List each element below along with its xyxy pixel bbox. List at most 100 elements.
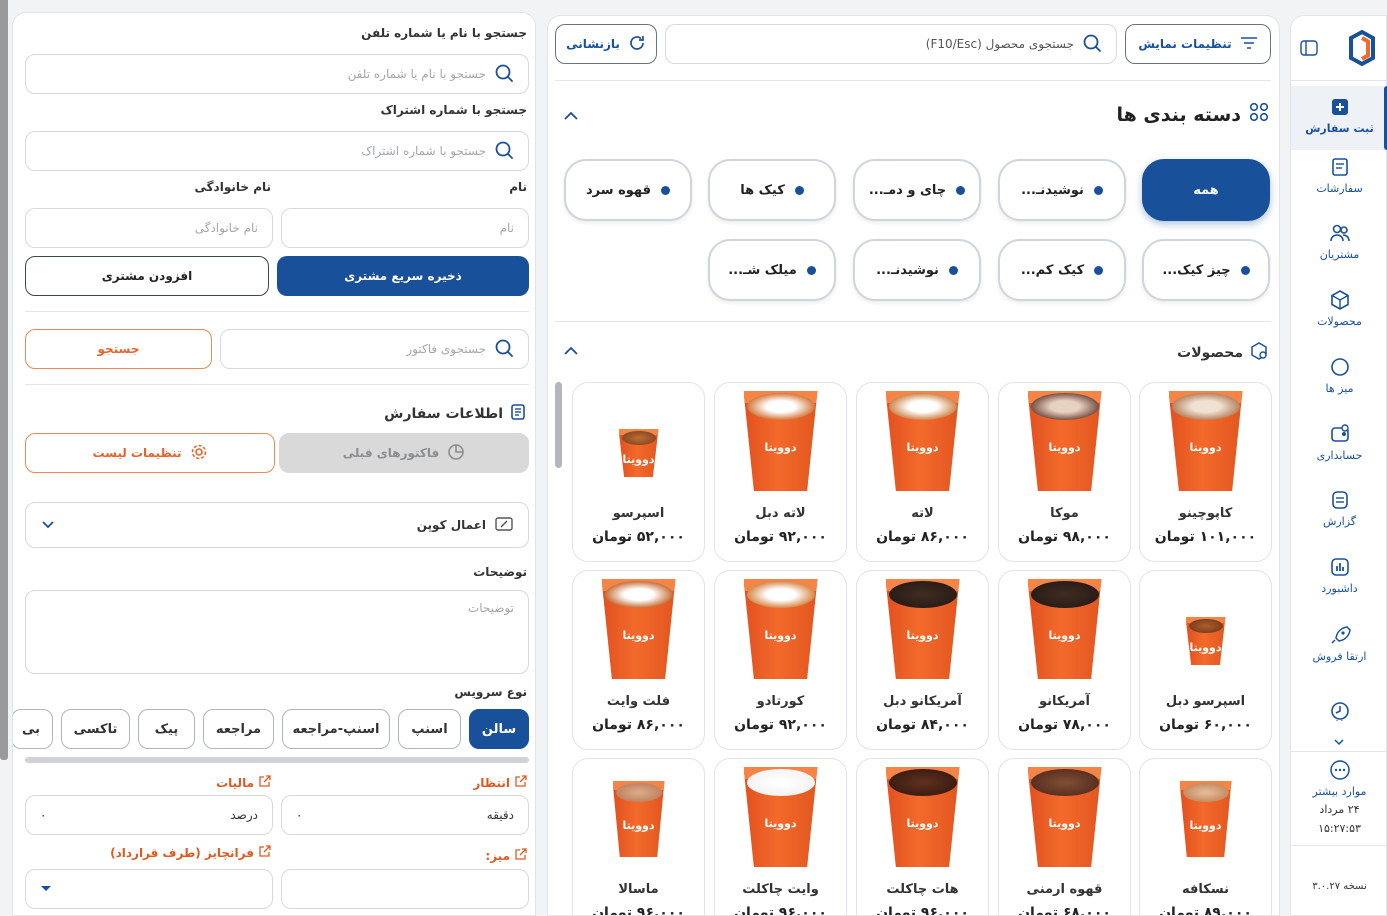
sidebar-toggle-icon[interactable] xyxy=(1299,38,1319,62)
previous-invoices-label: فاکتورهای قبلی xyxy=(342,446,440,460)
external-link-icon xyxy=(258,775,271,791)
chevron-up-icon[interactable] xyxy=(562,108,580,127)
category-item[interactable]: چیز کیک... xyxy=(1142,239,1270,301)
products-title: محصولات xyxy=(1177,345,1243,361)
add-customer-button[interactable]: افزودن مشتری xyxy=(25,256,269,296)
service-courier[interactable]: پیک xyxy=(138,709,195,749)
product-card[interactable]: دوویتا آمریکانو ۷۸,۰۰۰ تومان xyxy=(998,570,1131,750)
product-price: ۵۲,۰۰۰ تومان xyxy=(592,529,685,545)
nav-more[interactable]: موارد بیشتر xyxy=(1291,759,1387,798)
cup-brand: دوویتا xyxy=(622,629,655,642)
beverage-surface xyxy=(1171,393,1240,420)
product-price: ۹۲,۰۰۰ تومان xyxy=(734,717,827,733)
product-card[interactable]: دوویتا لاته دبل ۹۲,۰۰۰ تومان xyxy=(714,382,847,562)
product-card[interactable]: دوویتا کورتادو ۹۲,۰۰۰ تومان xyxy=(714,570,847,750)
nav-item-accounting[interactable]: حسابداری xyxy=(1291,423,1387,462)
cup-brand: دوویتا xyxy=(622,819,655,832)
wait-minutes-field[interactable]: دقیقه ۰ xyxy=(281,795,529,835)
chevron-down-icon[interactable] xyxy=(1333,732,1345,751)
external-link-icon xyxy=(514,775,527,791)
list-settings-button[interactable]: تنظیمات لیست xyxy=(25,433,275,473)
tax-percent-field[interactable]: درصد ۰ xyxy=(25,795,273,835)
tax-label: مالیات xyxy=(216,775,271,791)
service-scrollbar[interactable] xyxy=(25,757,529,763)
service-snapp[interactable]: اسنپ xyxy=(398,709,461,749)
chevron-up-icon[interactable] xyxy=(562,343,580,362)
product-search-input[interactable]: جستجوی محصول (F10/Esc) xyxy=(665,24,1117,64)
beverage-surface xyxy=(888,769,957,796)
product-card[interactable]: دوویتا آمریکانو دبل ۸۴,۰۰۰ تومان xyxy=(856,570,989,750)
invoice-search-button[interactable]: جستجو xyxy=(25,329,212,369)
first-name-field[interactable]: نام xyxy=(281,208,529,248)
category-item[interactable]: کیک کم... xyxy=(998,239,1126,301)
product-price: ۶۸,۰۰۰ تومان xyxy=(1018,905,1111,916)
products-scrollbar[interactable] xyxy=(555,382,562,468)
cup-brand: دوویتا xyxy=(906,441,939,454)
product-card[interactable]: دوویتا موکا ۹۸,۰۰۰ تومان xyxy=(998,382,1131,562)
chevron-down-icon[interactable] xyxy=(40,516,56,535)
product-card[interactable]: دوویتا نسکافه ۸۹,۰۰۰ تومان xyxy=(1139,758,1272,915)
nav-item-sales-boost[interactable]: ارتقا فروش xyxy=(1291,624,1387,663)
external-link-icon xyxy=(258,845,271,861)
product-card[interactable]: دوویتا اسپرسو ۵۲,۰۰۰ تومان xyxy=(572,382,705,562)
category-all[interactable]: همه xyxy=(1142,159,1270,221)
tax-value: ۰ xyxy=(40,808,47,822)
notes-textarea[interactable]: توضیحات xyxy=(25,590,529,674)
cup-brand: دوویتا xyxy=(1048,441,1081,454)
dot-icon xyxy=(956,185,966,195)
category-item[interactable]: میلک شـ... xyxy=(708,239,836,301)
categories-title: دسته بندی ها xyxy=(1116,103,1241,126)
product-card[interactable]: دوویتا کاپوچینو ۱۰۱,۰۰۰ تومان xyxy=(1139,382,1272,562)
category-item[interactable]: نوشیدنـ... xyxy=(853,239,981,301)
previous-invoices-button[interactable]: فاکتورهای قبلی xyxy=(279,433,529,473)
nav-item-products[interactable]: محصولات xyxy=(1291,289,1387,328)
beverage-surface xyxy=(1030,769,1099,796)
product-card[interactable]: دوویتا اسپرسو دبل ۶۰,۰۰۰ تومان xyxy=(1139,570,1272,750)
product-name: اسپرسو xyxy=(612,506,665,521)
nav-item-tables[interactable]: میز ها xyxy=(1291,356,1387,395)
nav-item-orders[interactable]: سفارشات xyxy=(1291,156,1387,195)
last-name-field[interactable]: نام خانوادگی xyxy=(25,208,273,248)
cup-brand: دوویتا xyxy=(1189,641,1222,654)
service-salon[interactable]: سالن xyxy=(469,709,529,749)
beverage-surface xyxy=(1030,393,1099,420)
category-item[interactable]: چای و دمـ... xyxy=(853,159,981,221)
service-pickup[interactable]: مراجعه xyxy=(203,709,274,749)
customers-icon xyxy=(1291,222,1387,244)
invoice-search-input[interactable]: جستجوی فاکتور xyxy=(220,329,529,369)
product-card[interactable]: دوویتا لاته ۸۶,۰۰۰ تومان xyxy=(856,382,989,562)
service-taxi[interactable]: تاکسی xyxy=(61,709,130,749)
nav-item-customers[interactable]: مشتریان xyxy=(1291,222,1387,261)
dashboard-icon xyxy=(1291,556,1387,578)
reset-button[interactable]: بازنشانی xyxy=(555,24,657,64)
quick-save-customer-button[interactable]: ذخیره سریع مشتری xyxy=(277,256,529,296)
category-item[interactable]: قهوه سرد xyxy=(564,159,692,221)
cup-brand: دوویتا xyxy=(764,441,797,454)
nav-item-order-entry[interactable]: ثبت سفارش xyxy=(1291,86,1387,150)
nav-item-dashboard[interactable]: داشبورد xyxy=(1291,556,1387,595)
display-settings-button[interactable]: تنظیمات نمایش xyxy=(1125,24,1271,64)
category-item[interactable]: کیک ها xyxy=(708,159,836,221)
product-card[interactable]: دوویتا وایت چاکلت ۹۶,۰۰۰ تومان xyxy=(714,758,847,915)
dot-icon xyxy=(794,185,804,195)
search-subscription-input[interactable]: جستجو با شماره اشتراک xyxy=(25,131,529,171)
left-scrollbar[interactable] xyxy=(0,0,8,760)
notes-placeholder: توضیحات xyxy=(467,601,514,615)
app-logo xyxy=(1349,29,1375,70)
table-select[interactable] xyxy=(281,869,529,909)
product-card[interactable]: دوویتا هات چاکلت ۹۶,۰۰۰ تومان xyxy=(856,758,989,916)
product-price: ۹۶,۰۰۰ تومان xyxy=(876,905,969,916)
product-card[interactable]: دوویتا ماسالا ۹۶,۰۰۰ تومان xyxy=(572,758,705,915)
coupon-dropdown[interactable]: اعمال کوپن xyxy=(25,502,529,548)
service-snapp-pickup[interactable]: اسنپ-مراجعه xyxy=(282,709,390,749)
service-more[interactable]: بی xyxy=(13,709,53,749)
search-name-label: جستجو با نام یا شماره تلفن xyxy=(361,26,527,40)
product-card[interactable]: دوویتا فلت وایت ۸۶,۰۰۰ تومان xyxy=(572,570,705,750)
search-name-input[interactable]: جستجو با نام یا شماره تلفن xyxy=(25,54,529,94)
category-item[interactable]: نوشیدنـ... xyxy=(998,159,1126,221)
nav-item-reports[interactable]: گزارش xyxy=(1291,489,1387,528)
product-price: ۶۰,۰۰۰ تومان xyxy=(1159,717,1252,733)
orders-icon xyxy=(1291,156,1387,178)
product-card[interactable]: دوویتا قهوه ارمنی ۶۸,۰۰۰ تومان xyxy=(998,758,1131,916)
franchise-select[interactable] xyxy=(25,869,273,909)
